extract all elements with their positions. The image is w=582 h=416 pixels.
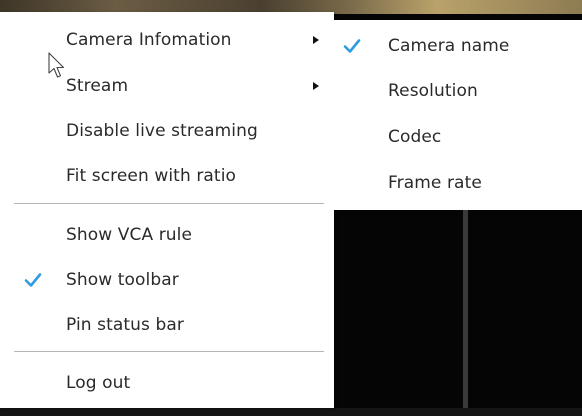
checkmark-icon [343,39,361,53]
video-grid-divider [463,210,468,416]
menu-separator [14,203,324,204]
menu-item-disable-live-streaming[interactable]: Disable live streaming [0,111,334,151]
submenu-item-label: Resolution [388,81,478,101]
menu-item-log-out[interactable]: Log out [0,363,334,403]
menu-item-label: Stream [66,76,129,96]
mouse-pointer-icon [48,52,65,78]
menu-separator [14,351,324,352]
caret-right-icon [313,36,319,44]
menu-item-label: Camera Infomation [66,30,232,50]
submenu-item-label: Frame rate [388,173,482,193]
menu-item-label: Disable live streaming [66,121,258,141]
video-bottom-strip [0,408,582,416]
menu-item-pin-status-bar[interactable]: Pin status bar [0,305,334,345]
menu-item-label: Show VCA rule [66,225,193,245]
menu-item-show-vca-rule[interactable]: Show VCA rule [0,215,334,255]
submenu-item-codec[interactable]: Codec [334,117,582,157]
submenu-item-resolution[interactable]: Resolution [334,71,582,111]
menu-item-label: Log out [66,373,131,393]
caret-right-icon [313,82,319,90]
menu-item-label: Fit screen with ratio [66,166,237,186]
submenu-item-frame-rate[interactable]: Frame rate [334,163,582,203]
checkmark-icon [24,273,42,287]
submenu-item-label: Codec [388,127,442,147]
menu-item-label: Show toolbar [66,270,179,290]
camera-information-submenu: Camera name Resolution Codec Frame rate [334,20,582,210]
menu-item-label: Pin status bar [66,315,185,335]
submenu-item-label: Camera name [388,36,510,56]
submenu-item-camera-name[interactable]: Camera name [334,26,582,66]
menu-item-show-toolbar[interactable]: Show toolbar [0,260,334,300]
menu-item-fit-screen-with-ratio[interactable]: Fit screen with ratio [0,156,334,196]
